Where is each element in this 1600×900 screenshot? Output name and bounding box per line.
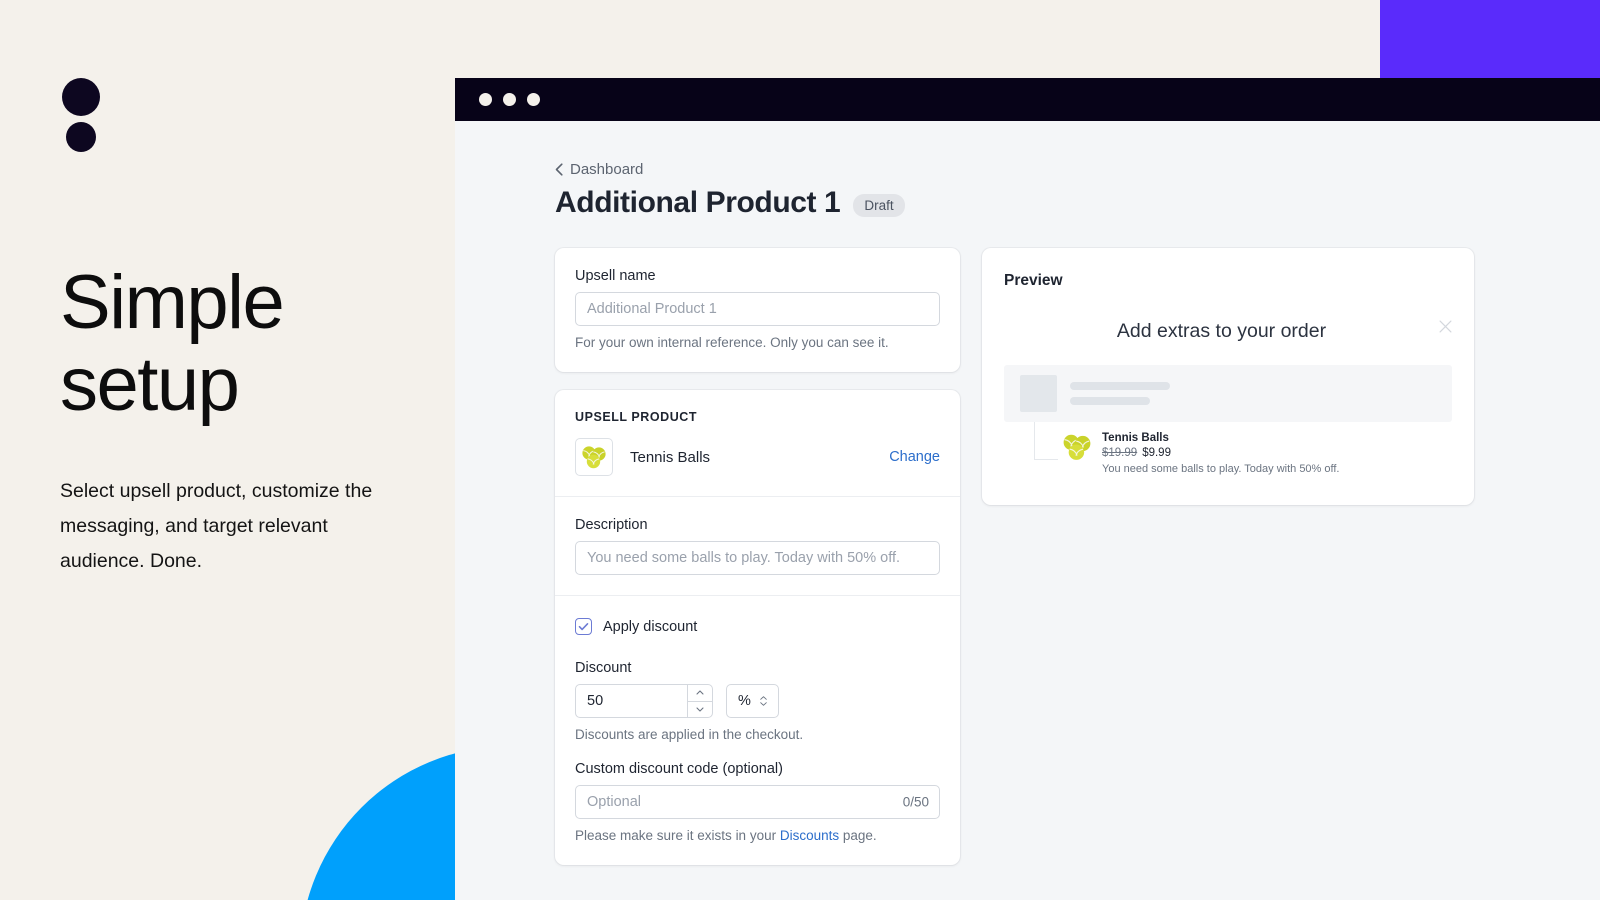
breadcrumb[interactable]: Dashboard	[555, 161, 1600, 178]
upsell-name-hint: For your own internal reference. Only yo…	[575, 335, 889, 350]
window-maximize-dot[interactable]	[527, 93, 540, 106]
page-subcopy: Select upsell product, customize the mes…	[60, 480, 373, 572]
content-columns: Upsell name For your own internal refere…	[555, 248, 1600, 865]
description-input[interactable]	[575, 541, 940, 575]
preview-column: Preview Add extras to your order Tennis …	[982, 248, 1474, 505]
product-row: Tennis Balls Change	[575, 438, 940, 476]
apply-discount-row[interactable]: Apply discount	[575, 618, 940, 635]
skeleton-image-placeholder	[1020, 375, 1057, 412]
two-dots-logo	[62, 78, 100, 152]
page-headline: Simple setup	[60, 260, 285, 428]
tennis-balls-thumbnail	[575, 438, 613, 476]
page-title-row: Additional Product 1 Draft	[555, 186, 1600, 220]
apply-discount-checkbox[interactable]	[575, 618, 592, 635]
screen-root: Simple setup Select upsell product, cust…	[0, 0, 1600, 900]
preview-tennis-balls-icon	[1062, 432, 1092, 462]
preview-item-new-price: $9.99	[1142, 447, 1171, 459]
custom-code-label: Custom discount code (optional)	[575, 761, 783, 777]
discount-unit-select[interactable]: %	[726, 684, 779, 718]
preview-title: Preview	[1004, 272, 1063, 289]
stepper-increment-button[interactable]	[688, 685, 712, 701]
app-viewport: Dashboard Additional Product 1 Draft Ups…	[455, 121, 1600, 900]
checkmark-icon	[578, 623, 589, 631]
preview-upsell-item: Tennis Balls $19.99 $9.99 You need some b…	[1062, 432, 1339, 475]
custom-code-field: 0/50	[575, 785, 940, 819]
preview-item-connector-row: Tennis Balls $19.99 $9.99 You need some b…	[1004, 422, 1452, 475]
character-counter: 0/50	[902, 794, 929, 810]
code-hint-text-after: page.	[839, 828, 877, 843]
custom-code-input[interactable]	[575, 785, 940, 819]
change-product-link[interactable]: Change	[889, 449, 940, 465]
caret-down-icon	[696, 707, 704, 712]
browser-window: Dashboard Additional Product 1 Draft Ups…	[455, 78, 1600, 900]
main-column: Upsell name For your own internal refere…	[555, 248, 960, 865]
tree-connector-line	[1034, 422, 1058, 460]
logo-dot-large	[62, 78, 100, 116]
status-badge: Draft	[853, 193, 905, 217]
upsell-product-card: UPSELL PRODUCT Tennis Balls Change Descr…	[555, 390, 960, 865]
upsell-name-card: Upsell name For your own internal refere…	[555, 248, 960, 372]
skeleton-text-placeholders	[1070, 382, 1170, 405]
preview-modal-title: Add extras to your order	[1116, 320, 1327, 342]
preview-skeleton-row	[1004, 365, 1452, 422]
apply-discount-label: Apply discount	[603, 618, 698, 635]
preview-item-prices: $19.99 $9.99	[1102, 447, 1339, 459]
select-chevrons-icon	[760, 696, 767, 706]
code-hint-text-before: Please make sure it exists in your	[575, 828, 780, 843]
skeleton-bar-2	[1070, 397, 1150, 405]
preview-modal-header: Add extras to your order	[1004, 320, 1452, 343]
upsell-name-input[interactable]	[575, 292, 940, 326]
blue-circle-decoration	[0, 700, 455, 900]
discount-controls: %	[575, 684, 940, 718]
purple-decoration-block	[1380, 0, 1600, 78]
window-minimize-dot[interactable]	[503, 93, 516, 106]
discount-value-input[interactable]	[576, 685, 687, 717]
discount-hint: Discounts are applied in the checkout.	[575, 727, 804, 742]
product-name: Tennis Balls	[630, 448, 711, 466]
discount-label: Discount	[575, 660, 632, 676]
breadcrumb-label: Dashboard	[570, 161, 644, 178]
browser-titlebar	[455, 78, 1600, 121]
description-label: Description	[575, 517, 648, 533]
preview-item-text: Tennis Balls $19.99 $9.99 You need some b…	[1102, 432, 1339, 475]
discounts-page-link[interactable]: Discounts	[780, 828, 839, 843]
preview-item-name: Tennis Balls	[1102, 432, 1169, 444]
chevron-left-icon	[555, 163, 563, 176]
stepper-decrement-button[interactable]	[688, 700, 712, 718]
stepper-buttons	[687, 685, 712, 717]
page-title: Additional Product 1	[555, 186, 841, 219]
upsell-name-label: Upsell name	[575, 268, 656, 284]
upsell-product-section-label: UPSELL PRODUCT	[575, 410, 698, 424]
caret-up-icon	[696, 690, 704, 695]
logo-dot-small	[66, 122, 96, 152]
window-close-dot[interactable]	[479, 93, 492, 106]
blue-circle-shape	[300, 746, 455, 900]
tennis-balls-icon	[582, 446, 606, 469]
skeleton-bar-1	[1070, 382, 1170, 390]
close-x-icon[interactable]	[1439, 320, 1452, 333]
preview-item-old-price: $19.99	[1102, 447, 1138, 459]
preview-item-description: You need some balls to play. Today with …	[1102, 463, 1340, 475]
preview-card: Preview Add extras to your order Tennis …	[982, 248, 1474, 505]
custom-code-hint: Please make sure it exists in your Disco…	[575, 828, 940, 843]
discount-stepper[interactable]	[575, 684, 713, 718]
discount-unit-value: %	[738, 693, 751, 709]
